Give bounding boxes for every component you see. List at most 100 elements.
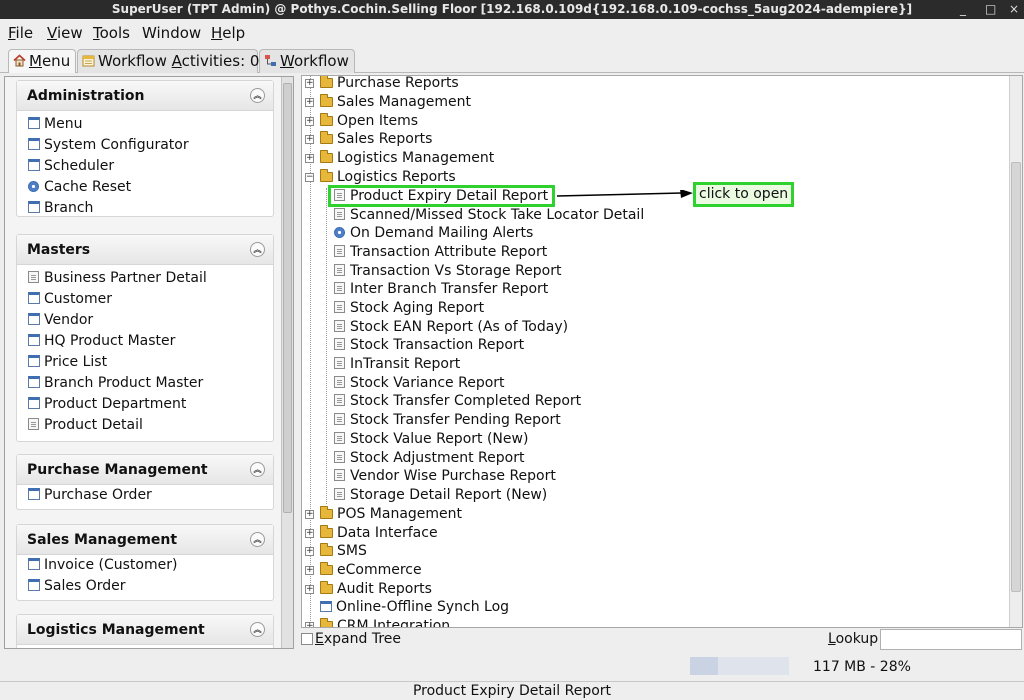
expand-icon[interactable]: + (305, 529, 314, 538)
collapse-icon[interactable]: ︽ (250, 462, 265, 477)
expand-icon[interactable]: + (305, 79, 314, 88)
tree-folder-sms[interactable]: + SMS (305, 542, 367, 561)
report-icon (334, 282, 345, 294)
section-header[interactable]: Purchase Management ︽ (17, 455, 273, 485)
nav-item-product-detail[interactable]: Product Detail (17, 417, 273, 438)
expand-icon[interactable]: + (305, 566, 314, 575)
expand-icon[interactable]: + (305, 585, 314, 594)
nav-item-label: Purchase Order (44, 487, 152, 503)
nav-item-invoice-customer[interactable]: Invoice (Customer) (17, 557, 273, 578)
window-icon (28, 334, 40, 346)
tab-menu[interactable]: Menu (8, 49, 76, 73)
tree-item-scanned-missed-stock-take[interactable]: Scanned/Missed Stock Take Locator Detail (334, 206, 644, 225)
tree-item-online-offline-synch-log[interactable]: Online-Offline Synch Log (320, 598, 509, 617)
close-button[interactable]: × (1009, 0, 1019, 19)
expand-icon[interactable]: + (305, 154, 314, 163)
collapse-icon[interactable]: ︽ (250, 622, 265, 637)
expand-tree-label[interactable]: Expand Tree (315, 631, 401, 647)
tree-item-stock-transfer-completed-report[interactable]: Stock Transfer Completed Report (334, 392, 581, 411)
menu-tools[interactable]: Tools (93, 24, 130, 42)
tab-workflow-activities[interactable]: Workflow Activities: 0 (77, 49, 259, 73)
maximize-button[interactable]: □ (985, 0, 996, 19)
tree-node-label: Logistics Reports (337, 169, 456, 185)
tree-item-stock-adjustment-report[interactable]: Stock Adjustment Report (334, 449, 524, 468)
tree-folder-purchase-reports[interactable]: + Purchase Reports (305, 76, 459, 93)
menu-help[interactable]: Help (211, 24, 245, 42)
tree-item-vendor-wise-purchase-report[interactable]: Vendor Wise Purchase Report (334, 467, 556, 486)
expand-icon[interactable]: + (305, 98, 314, 107)
section-header[interactable]: Masters ︽ (17, 235, 273, 265)
collapse-icon[interactable]: ︽ (250, 88, 265, 103)
collapse-icon[interactable]: ︽ (250, 532, 265, 547)
tab-workflow[interactable]: Workflow (259, 49, 355, 73)
section-header[interactable]: Sales Management ︽ (17, 525, 273, 555)
favorites-scrollbar[interactable] (281, 77, 293, 648)
expand-icon[interactable]: + (305, 547, 314, 556)
tree-folder-pos-management[interactable]: + POS Management (305, 505, 462, 524)
nav-item-system-configurator[interactable]: System Configurator (17, 137, 273, 158)
tree-item-storage-detail-report-new[interactable]: Storage Detail Report (New) (334, 486, 547, 505)
tree-folder-logistics-management[interactable]: + Logistics Management (305, 149, 494, 168)
nav-item-branch[interactable]: Branch (17, 200, 273, 221)
open-folder-icon (320, 169, 333, 182)
nav-item-price-list[interactable]: Price List (17, 354, 273, 375)
tree-node-label: Scanned/Missed Stock Take Locator Detail (350, 207, 645, 223)
menu-window[interactable]: Window (142, 24, 201, 42)
favorites-scrollbar-thumb[interactable] (283, 83, 292, 513)
expand-icon[interactable]: + (305, 510, 314, 519)
report-icon (334, 357, 345, 369)
expand-tree-text: xpand Tree (323, 631, 401, 647)
nav-item-cache-reset[interactable]: Cache Reset (17, 179, 273, 200)
tree-item-inter-branch-transfer-report[interactable]: Inter Branch Transfer Report (334, 280, 548, 299)
tree-item-intransit-report[interactable]: InTransit Report (334, 355, 460, 374)
tree-folder-sales-reports[interactable]: + Sales Reports (305, 130, 432, 149)
tree-folder-audit-reports[interactable]: + Audit Reports (305, 580, 432, 599)
tree-item-stock-transfer-pending-report[interactable]: Stock Transfer Pending Report (334, 411, 561, 430)
nav-item-business-partner-detail[interactable]: Business Partner Detail (17, 270, 273, 291)
tree-item-stock-ean-report[interactable]: Stock EAN Report (As of Today) (334, 318, 568, 337)
lookup-input[interactable] (880, 629, 1022, 650)
lookup-mnemonic: L (828, 631, 836, 647)
tree-folder-ecommerce[interactable]: + eCommerce (305, 561, 422, 580)
tree-item-stock-value-report-new[interactable]: Stock Value Report (New) (334, 430, 528, 449)
nav-item-product-department[interactable]: Product Department (17, 396, 273, 417)
expand-icon[interactable]: + (305, 622, 314, 627)
report-icon (334, 264, 345, 276)
menu-file[interactable]: File (8, 24, 33, 42)
tab-menu-label: enu (41, 52, 71, 70)
nav-item-menu[interactable]: Menu (17, 116, 273, 137)
collapse-tree-icon[interactable]: − (305, 173, 314, 182)
tree-folder-open-items[interactable]: + Open Items (305, 112, 418, 131)
menu-view-label: iew (56, 24, 83, 42)
nav-item-vendor[interactable]: Vendor (17, 312, 273, 333)
collapse-icon[interactable]: ︽ (250, 242, 265, 257)
tree-item-stock-transaction-report[interactable]: Stock Transaction Report (334, 336, 524, 355)
tree-folder-data-interface[interactable]: + Data Interface (305, 524, 438, 543)
tree-item-stock-aging-report[interactable]: Stock Aging Report (334, 299, 484, 318)
tree-item-transaction-vs-storage-report[interactable]: Transaction Vs Storage Report (334, 262, 562, 281)
tree-folder-sales-management[interactable]: + Sales Management (305, 93, 471, 112)
nav-item-scheduler[interactable]: Scheduler (17, 158, 273, 179)
expand-icon[interactable]: + (305, 135, 314, 144)
section-header[interactable]: Administration ︽ (17, 81, 273, 111)
nav-item-sales-order[interactable]: Sales Order (17, 578, 273, 599)
expand-tree-checkbox[interactable] (301, 633, 313, 645)
window-title: SuperUser (TPT Admin) @ Pothys.Cochin.Se… (111, 2, 913, 16)
tree-folder-crm-integration[interactable]: + CRM Integration (305, 617, 450, 627)
nav-item-hq-product-master[interactable]: HQ Product Master (17, 333, 273, 354)
tree-item-on-demand-mailing-alerts[interactable]: On Demand Mailing Alerts (334, 224, 533, 243)
tree-scrollbar[interactable] (1009, 76, 1022, 627)
expand-icon[interactable]: + (305, 117, 314, 126)
nav-item-purchase-order[interactable]: Purchase Order (17, 487, 273, 508)
nav-item-customer[interactable]: Customer (17, 291, 273, 312)
menu-view[interactable]: View (47, 24, 83, 42)
expand-tree-mnemonic: E (315, 631, 324, 647)
tree-scrollbar-thumb[interactable] (1011, 162, 1021, 592)
nav-item-branch-product-master[interactable]: Branch Product Master (17, 375, 273, 396)
tree-item-transaction-attribute-report[interactable]: Transaction Attribute Report (334, 243, 547, 262)
section-header[interactable]: Logistics Management ︽ (17, 615, 273, 645)
minimize-button[interactable]: _ (960, 0, 966, 19)
report-icon (334, 413, 345, 425)
tree-item-stock-variance-report[interactable]: Stock Variance Report (334, 374, 505, 393)
menu-tree-panel: + Purchase Reports + Sales Management + Ope… (301, 75, 1023, 628)
